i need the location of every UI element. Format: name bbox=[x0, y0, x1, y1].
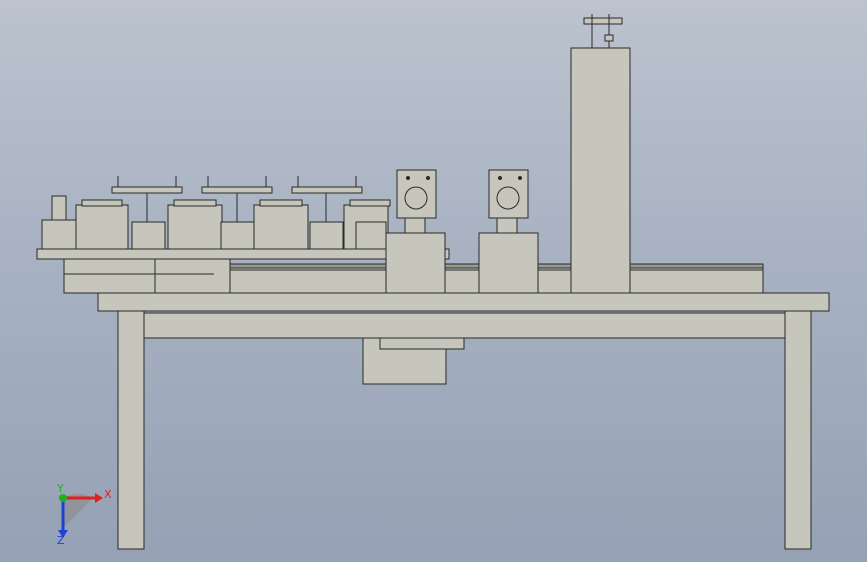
cad-viewport[interactable]: X Y Z bbox=[0, 0, 867, 562]
ring-bracket-1 bbox=[396, 169, 437, 234]
underside-bracket bbox=[379, 337, 465, 350]
tall-column bbox=[570, 47, 631, 294]
column-top-fitting bbox=[583, 14, 623, 48]
fixture-station-4 bbox=[343, 199, 391, 250]
center-block-1 bbox=[385, 232, 446, 294]
table-apron bbox=[143, 312, 786, 339]
table-leg-right bbox=[784, 310, 812, 550]
fixture-station-1 bbox=[41, 176, 183, 250]
ring-bracket-2 bbox=[488, 169, 529, 234]
coordinate-triad bbox=[58, 493, 103, 538]
y-axis-label: Y bbox=[56, 482, 64, 495]
fixture-support bbox=[154, 258, 231, 294]
center-block-2 bbox=[478, 232, 539, 294]
table-leg-left bbox=[117, 310, 145, 550]
z-axis-label: Z bbox=[57, 534, 65, 547]
table-top bbox=[97, 292, 830, 312]
machine-drawing: X Y Z bbox=[36, 14, 830, 550]
x-axis-label: X bbox=[104, 488, 112, 501]
